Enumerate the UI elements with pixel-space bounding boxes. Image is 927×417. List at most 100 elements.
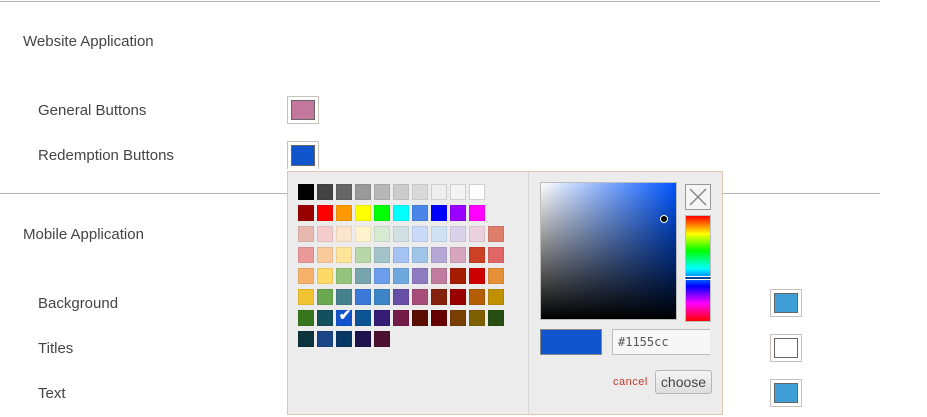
palette-swatch[interactable] (431, 205, 447, 221)
palette-swatch[interactable] (431, 226, 447, 242)
palette-swatch[interactable] (450, 247, 466, 263)
palette-swatch[interactable] (469, 310, 485, 326)
palette-swatch[interactable] (431, 247, 447, 263)
palette-swatch[interactable] (298, 226, 314, 242)
palette-swatch[interactable] (317, 226, 333, 242)
palette-swatch[interactable] (355, 226, 371, 242)
palette-swatch[interactable] (298, 310, 314, 326)
general-buttons-color-swatch[interactable] (287, 96, 319, 124)
palette-swatch[interactable] (393, 289, 409, 305)
background-color-swatch[interactable] (770, 289, 802, 317)
palette-swatch[interactable] (412, 310, 428, 326)
cancel-link[interactable]: cancel (613, 376, 648, 388)
palette-swatch[interactable] (450, 310, 466, 326)
palette-swatch[interactable] (412, 226, 428, 242)
palette-swatch[interactable] (488, 226, 504, 242)
palette-swatch[interactable] (450, 268, 466, 284)
text-color-swatch[interactable] (770, 379, 802, 407)
palette-swatch[interactable] (336, 247, 352, 263)
palette-swatch[interactable] (393, 226, 409, 242)
background-label: Background (38, 295, 119, 312)
website-section-title: Website Application (23, 33, 154, 50)
palette-swatch[interactable] (374, 226, 390, 242)
palette-swatch[interactable] (393, 268, 409, 284)
redemption-buttons-color-swatch[interactable] (287, 141, 319, 169)
palette-swatch[interactable] (450, 205, 466, 221)
palette-swatch[interactable] (317, 289, 333, 305)
palette-swatch[interactable] (469, 268, 485, 284)
saturation-value-field[interactable] (540, 182, 677, 320)
palette-swatch[interactable] (450, 184, 466, 200)
palette-swatch[interactable]: ✔ (336, 307, 352, 326)
palette-swatch[interactable] (488, 247, 504, 263)
palette-swatch[interactable] (374, 268, 390, 284)
hex-color-input[interactable] (612, 329, 710, 355)
palette-swatch[interactable] (469, 205, 485, 221)
palette-swatch[interactable] (336, 268, 352, 284)
palette-swatch[interactable] (431, 268, 447, 284)
redemption-buttons-label: Redemption Buttons (38, 147, 174, 164)
palette-swatch[interactable] (469, 289, 485, 305)
hue-slider[interactable] (684, 215, 712, 322)
palette-swatch[interactable] (374, 184, 390, 200)
palette-swatch[interactable] (431, 289, 447, 305)
palette-swatch[interactable] (355, 247, 371, 263)
palette-swatch[interactable] (355, 205, 371, 221)
checkmark-icon: ✔ (338, 307, 352, 324)
palette-swatch[interactable] (355, 331, 371, 347)
palette-swatch[interactable] (317, 184, 333, 200)
palette-swatch[interactable] (412, 289, 428, 305)
palette-swatch[interactable] (298, 205, 314, 221)
saturation-value-handle[interactable] (660, 215, 668, 223)
palette-swatch[interactable] (488, 289, 504, 305)
palette-swatch[interactable] (317, 205, 333, 221)
palette-swatch[interactable] (393, 184, 409, 200)
palette-swatch[interactable] (374, 205, 390, 221)
palette-swatch[interactable] (393, 310, 409, 326)
palette-swatch[interactable] (355, 268, 371, 284)
palette-swatch[interactable] (298, 247, 314, 263)
palette-swatch[interactable] (374, 310, 390, 326)
palette-swatch[interactable] (393, 247, 409, 263)
palette-swatch[interactable] (355, 184, 371, 200)
palette-swatch[interactable] (336, 184, 352, 200)
palette-swatch[interactable] (431, 310, 447, 326)
palette-swatch[interactable] (450, 289, 466, 305)
hue-slider-handle[interactable] (684, 276, 712, 280)
palette-swatch[interactable] (393, 205, 409, 221)
palette-swatch[interactable] (298, 289, 314, 305)
palette-swatch[interactable] (298, 268, 314, 284)
palette-swatch[interactable] (317, 268, 333, 284)
palette-swatch[interactable] (412, 184, 428, 200)
choose-button[interactable]: choose (655, 370, 712, 394)
palette-swatch[interactable] (374, 289, 390, 305)
palette-swatch[interactable] (336, 289, 352, 305)
palette-swatch[interactable] (355, 289, 371, 305)
palette-swatch[interactable] (412, 247, 428, 263)
palette-swatch[interactable] (488, 310, 504, 326)
palette-swatch[interactable] (298, 184, 314, 200)
palette-swatch[interactable] (355, 310, 371, 326)
palette-swatch[interactable] (336, 226, 352, 242)
palette-swatch[interactable] (336, 205, 352, 221)
preset-color-palette: ✔ (298, 184, 507, 352)
palette-swatch[interactable] (412, 268, 428, 284)
palette-swatch[interactable] (412, 205, 428, 221)
palette-swatch[interactable] (469, 184, 485, 200)
close-picker-button[interactable] (685, 184, 711, 210)
palette-swatch[interactable] (336, 331, 352, 347)
palette-swatch[interactable] (469, 247, 485, 263)
palette-swatch[interactable] (298, 331, 314, 347)
palette-swatch[interactable] (469, 226, 485, 242)
palette-swatch[interactable] (431, 184, 447, 200)
palette-swatch[interactable] (374, 331, 390, 347)
palette-row (298, 331, 507, 349)
titles-color-swatch[interactable] (770, 334, 802, 362)
palette-swatch[interactable] (317, 310, 333, 326)
palette-swatch[interactable] (450, 226, 466, 242)
palette-swatch[interactable] (317, 331, 333, 347)
palette-swatch[interactable] (317, 247, 333, 263)
palette-swatch[interactable] (488, 268, 504, 284)
titles-color-fill (774, 338, 798, 358)
palette-swatch[interactable] (374, 247, 390, 263)
